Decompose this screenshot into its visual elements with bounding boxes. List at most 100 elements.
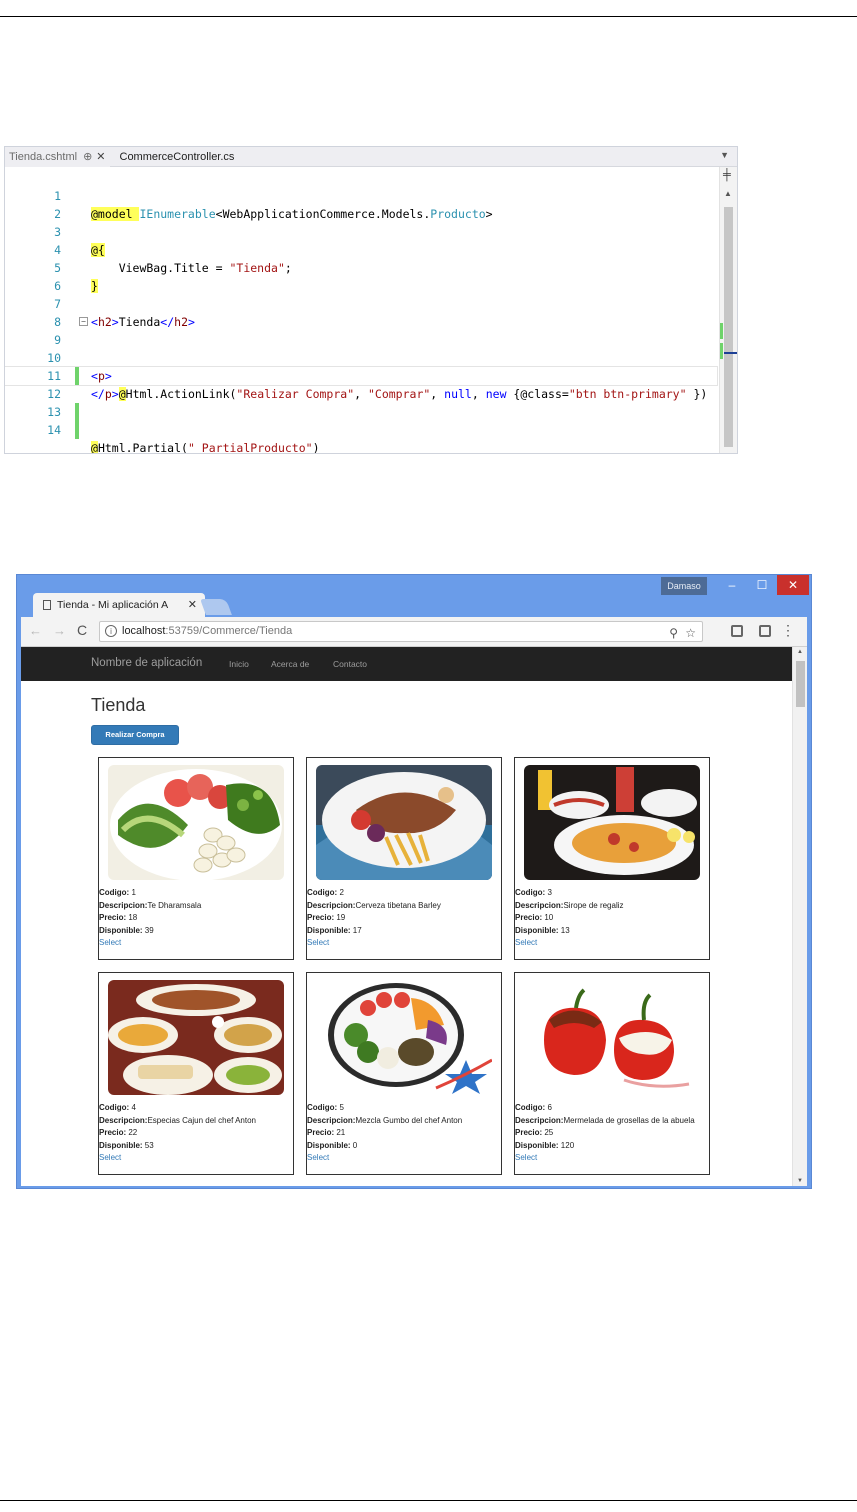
scroll-thumb[interactable] [724,207,733,447]
codigo-value: 6 [547,1103,552,1112]
precio-value: 25 [544,1128,554,1138]
product-card: Codigo: 6 Descripcion:Mermelada de grose… [514,972,710,1175]
code-line-13[interactable]: 13 @Html.Partial("_PartialProducto") [5,385,717,453]
precio-row: Precio: 10 [515,912,709,925]
code-line-6[interactable]: 6 [5,259,717,293]
codigo-label: Codigo: [307,888,338,897]
disponible-label: Disponible: [307,925,351,935]
disponible-label: Disponible: [307,1140,351,1150]
info-icon[interactable]: i [105,625,117,637]
product-card: Codigo: 4 Descripcion:Especias Cajun del… [98,972,294,1175]
editor-scrollbar[interactable]: ╪ ▲ [719,167,737,453]
maximize-icon[interactable]: ☐ [747,575,777,595]
brand-link[interactable]: Nombre de aplicación [91,657,202,669]
code-line-10[interactable]: 10 @Html.ActionLink("Realizar Compra", "… [5,331,717,401]
select-link[interactable]: Select [515,1152,709,1165]
extension-icon[interactable] [731,625,743,637]
codigo-value: 2 [339,888,344,897]
zoom-icon[interactable]: ⚲ [669,624,678,643]
scroll-thumb[interactable] [796,661,805,707]
code-line-1[interactable]: 1 @model IEnumerable<WebApplicationComme… [5,169,717,221]
scroll-up-icon[interactable]: ▲ [797,649,803,655]
codigo-value: 4 [131,1103,136,1112]
product-info: Codigo: 4 Descripcion:Especias Cajun del… [99,1102,293,1165]
site-navbar: Nombre de aplicación Inicio Acerca de Co… [21,647,792,681]
descripcion-row: Descripcion:Sirope de regaliz [515,900,709,913]
product-image [524,765,700,880]
realizar-compra-button[interactable]: Realizar Compra [91,725,179,745]
precio-label: Precio: [99,1128,127,1138]
code-editor[interactable]: Tienda.cshtml ⊕ ✕ CommerceController.cs … [4,146,738,454]
nav-link-acerca[interactable]: Acerca de [271,659,309,669]
editor-body[interactable]: 1 @model IEnumerable<WebApplicationComme… [5,167,737,453]
disponible-value: 17 [352,925,362,935]
codigo-row: Codigo: 4 [99,1102,293,1115]
code-line-3[interactable]: 3 @{ [5,205,717,257]
product-info: Codigo: 3 Descripcion:Sirope de regaliz … [515,887,709,950]
collapse-icon[interactable]: − [79,317,88,326]
star-icon[interactable]: ☆ [685,624,696,643]
scroll-down-icon[interactable]: ▼ [797,1178,803,1184]
chevron-down-icon[interactable]: ▼ [720,150,729,160]
minimize-icon[interactable]: – [717,575,747,595]
select-link[interactable]: Select [307,937,501,950]
codigo-label: Codigo: [307,1103,338,1112]
select-link[interactable]: Select [307,1152,501,1165]
code-line-7[interactable]: 7 <h2>Tienda</h2> [5,277,717,329]
browser-tab[interactable]: Tienda - Mi aplicación A ✕ [33,593,205,617]
precio-row: Precio: 19 [307,912,501,925]
code-line-14[interactable]: 14 [5,403,717,437]
descripcion-label: Descripcion: [99,1115,148,1125]
precio-label: Precio: [307,913,335,923]
bottom-rule [0,1500,857,1501]
browser-window: Damaso – ☐ ✕ Tienda - Mi aplicación A ✕ … [16,574,812,1189]
code-line-2[interactable]: 2 [5,187,717,221]
product-info: Codigo: 6 Descripcion:Mermelada de grose… [515,1102,709,1165]
code-line-4[interactable]: 4 ViewBag.Title = "Tienda"; [5,223,717,275]
select-link[interactable]: Select [515,937,709,950]
precio-label: Precio: [307,1128,335,1138]
pin-icon[interactable]: ⊕ [83,150,92,163]
codigo-row: Codigo: 6 [515,1102,709,1115]
new-tab-button[interactable] [200,599,232,615]
menu-icon[interactable]: ⋮ [781,622,795,639]
scroll-up-icon[interactable]: ▲ [724,189,732,198]
back-icon[interactable]: ← [29,623,42,638]
tab-tienda-cshtml[interactable]: Tienda.cshtml ⊕ ✕ [5,147,110,167]
tab-commerce-controller[interactable]: CommerceController.cs [116,147,239,167]
code-line-5[interactable]: 5 } [5,241,717,293]
code-line-9[interactable]: 9 − <p> [5,313,717,383]
forward-icon[interactable]: → [53,623,66,638]
product-image [108,980,284,1095]
product-info: Codigo: 5 Descripcion:Mezcla Gumbo del c… [307,1102,501,1165]
codigo-value: 5 [339,1103,344,1112]
select-link[interactable]: Select [99,1152,293,1165]
descripcion-label: Descripcion: [515,900,564,910]
extension-icon[interactable] [759,625,771,637]
close-window-icon[interactable]: ✕ [777,575,809,595]
browser-toolbar: ← → C i localhost:53759/Commerce/Tienda … [21,617,807,647]
descripcion-value: Te Dharamsala [147,900,202,910]
product-image [524,980,700,1095]
select-link[interactable]: Select [99,937,293,950]
split-icon[interactable]: ╪ [723,169,731,181]
url-path: :53759/Commerce/Tienda [165,625,293,637]
product-card: Codigo: 1 Descripcion:Te Dharamsala Prec… [98,757,294,960]
nav-link-inicio[interactable]: Inicio [229,659,249,669]
close-icon[interactable]: ✕ [96,150,105,163]
code-line-12[interactable]: 12 [5,366,718,421]
codigo-row: Codigo: 2 [307,887,501,900]
code-line-8[interactable]: 8 [5,295,717,329]
page-icon [43,600,51,610]
code-line-11[interactable]: 11 </p> [5,349,717,401]
precio-row: Precio: 25 [515,1127,709,1140]
profile-badge[interactable]: Damaso [661,577,707,595]
disponible-value: 39 [144,925,154,935]
address-bar[interactable]: i localhost:53759/Commerce/Tienda ⚲ ☆ [99,621,703,642]
page-scrollbar[interactable]: ▲ ▼ [792,647,807,1186]
code-text: @Html.Partial("_PartialProducto") [91,441,320,454]
reload-icon[interactable]: C [77,622,87,638]
close-tab-icon[interactable]: ✕ [188,598,197,611]
nav-link-contacto[interactable]: Contacto [333,659,367,669]
disponible-label: Disponible: [515,1140,559,1150]
